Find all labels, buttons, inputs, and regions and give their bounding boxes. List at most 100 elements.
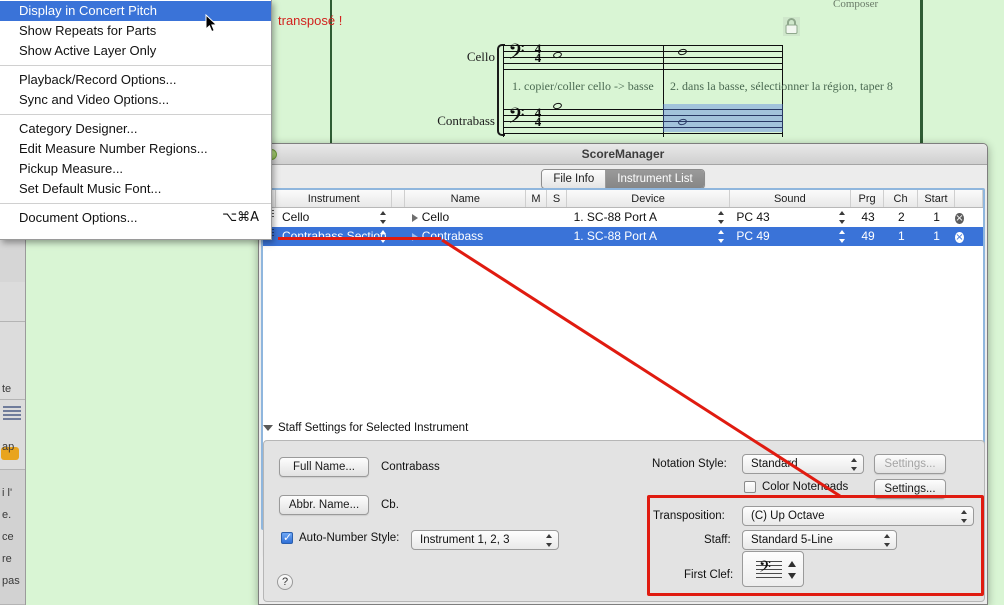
cell-sound[interactable]: PC 43 — [730, 208, 851, 227]
table-header-row: Instrument NameMSDeviceSoundPrgChStart — [263, 190, 983, 208]
cell-start[interactable]: 1 — [918, 208, 955, 227]
table-header-m[interactable]: M — [526, 190, 547, 207]
score-annotation-2: 2. dans la basse, sélectionner la région… — [670, 79, 893, 94]
menu-item[interactable]: Edit Measure Number Regions... — [0, 139, 271, 159]
staff-type-select[interactable]: Standard 5-Line — [742, 530, 897, 550]
help-button[interactable]: ? — [277, 574, 293, 590]
color-noteheads-checkbox[interactable] — [744, 481, 756, 493]
menu-item-label: Pickup Measure... — [19, 159, 259, 179]
stepper-arrows-icon[interactable] — [838, 211, 845, 224]
cell-prg[interactable]: 43 — [851, 208, 884, 227]
score-manager-window[interactable]: ScoreManager File InfoInstrument List In… — [258, 143, 988, 605]
menu-item[interactable]: Pickup Measure... — [0, 159, 271, 179]
auto-number-style-label: Auto-Number Style: — [299, 532, 399, 544]
cell-instrument-text: Contrabass Section — [282, 229, 387, 243]
menu-item[interactable]: Document Options...⌥⌘A — [0, 208, 271, 228]
cell-ch[interactable]: 2 — [885, 208, 918, 227]
cell-s[interactable] — [547, 208, 567, 227]
close-icon[interactable]: × — [955, 213, 963, 224]
stepper-arrows-icon[interactable] — [717, 211, 724, 224]
window-titlebar[interactable]: ScoreManager — [259, 144, 987, 165]
color-noteheads-label: Color Noteheads — [762, 481, 848, 493]
close-icon[interactable]: × — [955, 232, 963, 243]
menu-item[interactable]: Set Default Music Font... — [0, 179, 271, 199]
table-header-name[interactable]: Name — [405, 190, 526, 207]
menu-item[interactable]: Playback/Record Options... — [0, 70, 271, 90]
bg-window-text-fragment: re — [2, 553, 12, 565]
cell-m[interactable] — [527, 227, 547, 246]
stepper-arrows-icon[interactable] — [838, 230, 845, 243]
cell-start-text: 1 — [933, 229, 940, 243]
delete-row-button[interactable]: × — [955, 208, 983, 227]
mouse-cursor — [205, 14, 218, 33]
selected-measure-region[interactable] — [663, 104, 783, 132]
menu-item-label: Show Repeats for Parts — [19, 21, 259, 41]
cell-ch[interactable]: 1 — [885, 227, 918, 246]
cell-instrument[interactable]: Cello — [276, 208, 392, 227]
table-header-prg[interactable]: Prg — [851, 190, 885, 207]
transposition-select[interactable]: (C) Up Octave — [742, 506, 974, 526]
menu-item[interactable]: Category Designer... — [0, 119, 271, 139]
auto-number-style-select[interactable]: Instrument 1, 2, 3 — [411, 530, 559, 550]
abbr-name-button[interactable]: Abbr. Name... — [279, 495, 369, 515]
cell-device[interactable]: 1. SC-88 Port A — [568, 208, 731, 227]
cell-name-text: Cello — [422, 210, 449, 224]
bg-window-text-fragment: pas — [2, 575, 20, 587]
tab-file-info[interactable]: File Info — [542, 170, 606, 188]
cell-name[interactable]: Cello — [406, 208, 527, 227]
tab-instrument-list[interactable]: Instrument List — [606, 170, 703, 188]
bg-window-text-fragment: i l' — [2, 487, 12, 499]
table-header-s[interactable]: S — [547, 190, 568, 207]
cell-device[interactable]: 1. SC-88 Port A — [568, 227, 731, 246]
staff-type-label: Staff: — [704, 534, 731, 546]
bass-clef-icon: 𝄢 — [759, 560, 771, 579]
color-noteheads-settings-button[interactable]: Settings... — [874, 479, 946, 499]
stepper-arrows-icon[interactable] — [379, 211, 386, 224]
document-menu-popup[interactable]: Display in Concert PitchShow Repeats for… — [0, 0, 272, 240]
table-header-instrument[interactable]: Instrument — [276, 190, 392, 207]
list-lines-icon — [3, 406, 21, 422]
menu-separator — [0, 65, 271, 66]
menu-item[interactable]: Sync and Video Options... — [0, 90, 271, 110]
menu-item[interactable]: Show Repeats for Parts — [0, 21, 271, 41]
table-body[interactable]: CelloCello1. SC-88 Port APC 434321×Contr… — [263, 208, 983, 246]
menu-item-label: Category Designer... — [19, 119, 259, 139]
stepper-arrows-icon[interactable] — [717, 230, 724, 243]
bg-window-text-fragment: ap — [2, 441, 14, 453]
staff-label-contrabass: Contrabass — [380, 113, 495, 129]
menu-item[interactable]: Show Active Layer Only — [0, 41, 271, 61]
stepper-arrows-icon — [960, 510, 967, 523]
notation-settings-button: Settings... — [874, 454, 946, 474]
abbr-name-label: Abbr. Name... — [289, 499, 359, 511]
first-clef-stepper[interactable]: 𝄢 — [742, 551, 804, 587]
table-header-sound[interactable]: Sound — [730, 190, 851, 207]
table-row[interactable]: Cello Cello 1. SC-88 Port APC 4343 21× — [263, 208, 983, 227]
cell-start[interactable]: 1 — [918, 227, 955, 246]
cell-prg[interactable]: 49 — [851, 227, 884, 246]
screen-root: transposé ! Composer Cello Contrabass 𝄢 — [0, 0, 1004, 605]
cell-ch-text: 2 — [898, 210, 905, 224]
staff-settings-disclosure[interactable]: Staff Settings for Selected Instrument — [263, 422, 468, 434]
table-header-ch[interactable]: Ch — [884, 190, 918, 207]
cell-sound[interactable]: PC 49 — [730, 227, 851, 246]
staff-label-cello: Cello — [400, 49, 495, 65]
cell-m[interactable] — [527, 208, 547, 227]
cell-s[interactable] — [547, 227, 567, 246]
cell-name-text: Contrabass — [422, 229, 483, 243]
full-name-button[interactable]: Full Name... — [279, 457, 369, 477]
notation-style-select[interactable]: Standard — [742, 454, 864, 474]
notation-style-label: Notation Style: — [652, 458, 727, 470]
delete-row-button[interactable]: × — [955, 227, 983, 246]
score-annotation-1: 1. copier/coller cello -> basse — [512, 79, 654, 94]
time-signature-bottom: 4 4 — [532, 108, 544, 126]
stepper-arrows-icon — [545, 534, 552, 547]
notation-settings-label: Settings... — [884, 458, 935, 470]
menu-item[interactable]: Display in Concert Pitch — [0, 1, 271, 21]
page-edge-right — [920, 0, 923, 145]
table-header-start[interactable]: Start — [918, 190, 955, 207]
bg-window-text-fragment: e. — [2, 509, 11, 521]
stepper-arrows-icon[interactable] — [788, 561, 796, 579]
table-header-device[interactable]: Device — [567, 190, 730, 207]
auto-number-style-checkbox[interactable] — [281, 532, 293, 544]
cell-device-text: 1. SC-88 Port A — [574, 229, 657, 243]
